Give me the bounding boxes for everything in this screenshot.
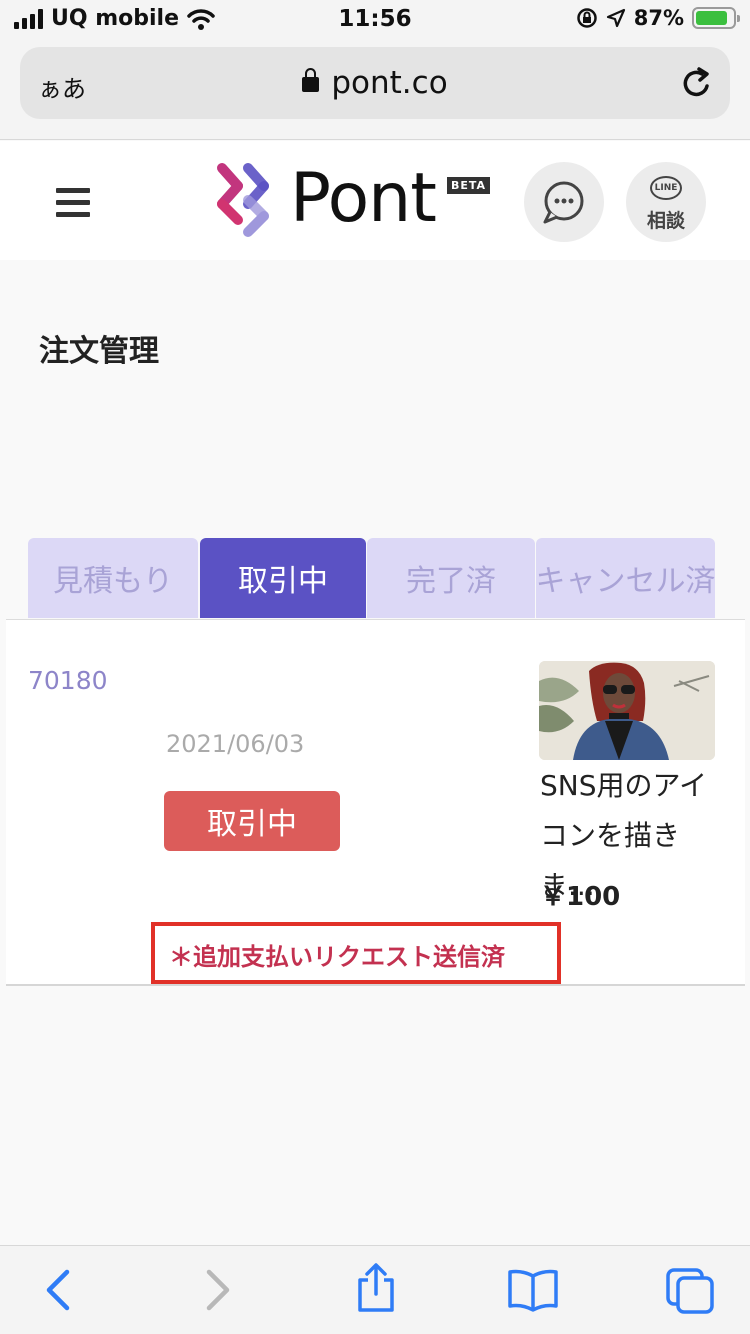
reload-icon[interactable] (680, 65, 714, 101)
payment-request-notice: ＊追加支払いリクエスト送信済 (151, 922, 561, 984)
battery-icon (692, 7, 740, 29)
site-header: Pont BETA LINE 相談 (0, 141, 750, 260)
chat-button[interactable] (524, 162, 604, 242)
order-date: 2021/06/03 (166, 730, 305, 758)
browser-top-bar: ぁあ pont.co (0, 40, 750, 140)
line-icon: LINE (650, 176, 682, 200)
tab-completed[interactable]: 完了済 (367, 538, 535, 618)
payment-request-notice-text: ＊追加支払いリクエスト送信済 (169, 943, 505, 971)
order-id[interactable]: 70180 (28, 666, 108, 695)
hamburger-menu-icon[interactable] (56, 188, 90, 224)
line-consult-label: 相談 (646, 210, 685, 232)
status-badge: 取引中 (164, 791, 340, 851)
order-card[interactable]: 70180 2021/06/03 取引中 SNS用のアイコンを描きま.... ￥… (6, 619, 745, 986)
battery-percent: 87% (633, 6, 684, 30)
beta-badge: BETA (447, 177, 491, 194)
item-price: ￥100 (540, 882, 621, 912)
page-title: 注文管理 (39, 334, 159, 369)
tab-in-progress[interactable]: 取引中 (200, 538, 366, 618)
address-bar[interactable]: ぁあ pont.co (20, 47, 730, 119)
share-icon[interactable] (354, 1262, 398, 1314)
item-thumbnail[interactable] (539, 661, 715, 760)
location-arrow-icon (606, 8, 625, 28)
bookmarks-book-icon[interactable] (506, 1268, 560, 1312)
url-display[interactable]: pont.co (20, 65, 730, 101)
pont-logo-icon[interactable] (212, 160, 276, 242)
back-arrow-icon[interactable] (40, 1266, 76, 1314)
tab-estimates[interactable]: 見積もり (28, 538, 198, 618)
line-consult-button[interactable]: LINE 相談 (626, 162, 706, 242)
status-bar-right: 87% (576, 6, 740, 30)
order-status-tabs: 見積もり 取引中 完了済 キャンセル済 (28, 538, 715, 618)
chat-bubble-icon (543, 181, 584, 224)
tab-cancelled[interactable]: キャンセル済 (536, 538, 715, 618)
tabs-overview-icon[interactable] (664, 1266, 716, 1316)
orientation-lock-icon (576, 8, 597, 28)
lock-icon (302, 68, 320, 92)
item-illustration (539, 661, 715, 760)
battery-level-fill (696, 11, 728, 25)
url-text: pont.co (331, 65, 448, 101)
forward-arrow-icon[interactable] (200, 1266, 236, 1314)
logo-wordmark[interactable]: Pont (290, 165, 437, 233)
status-bar: UQ mobile 11:56 87% (0, 0, 750, 40)
browser-bottom-toolbar (0, 1245, 750, 1334)
